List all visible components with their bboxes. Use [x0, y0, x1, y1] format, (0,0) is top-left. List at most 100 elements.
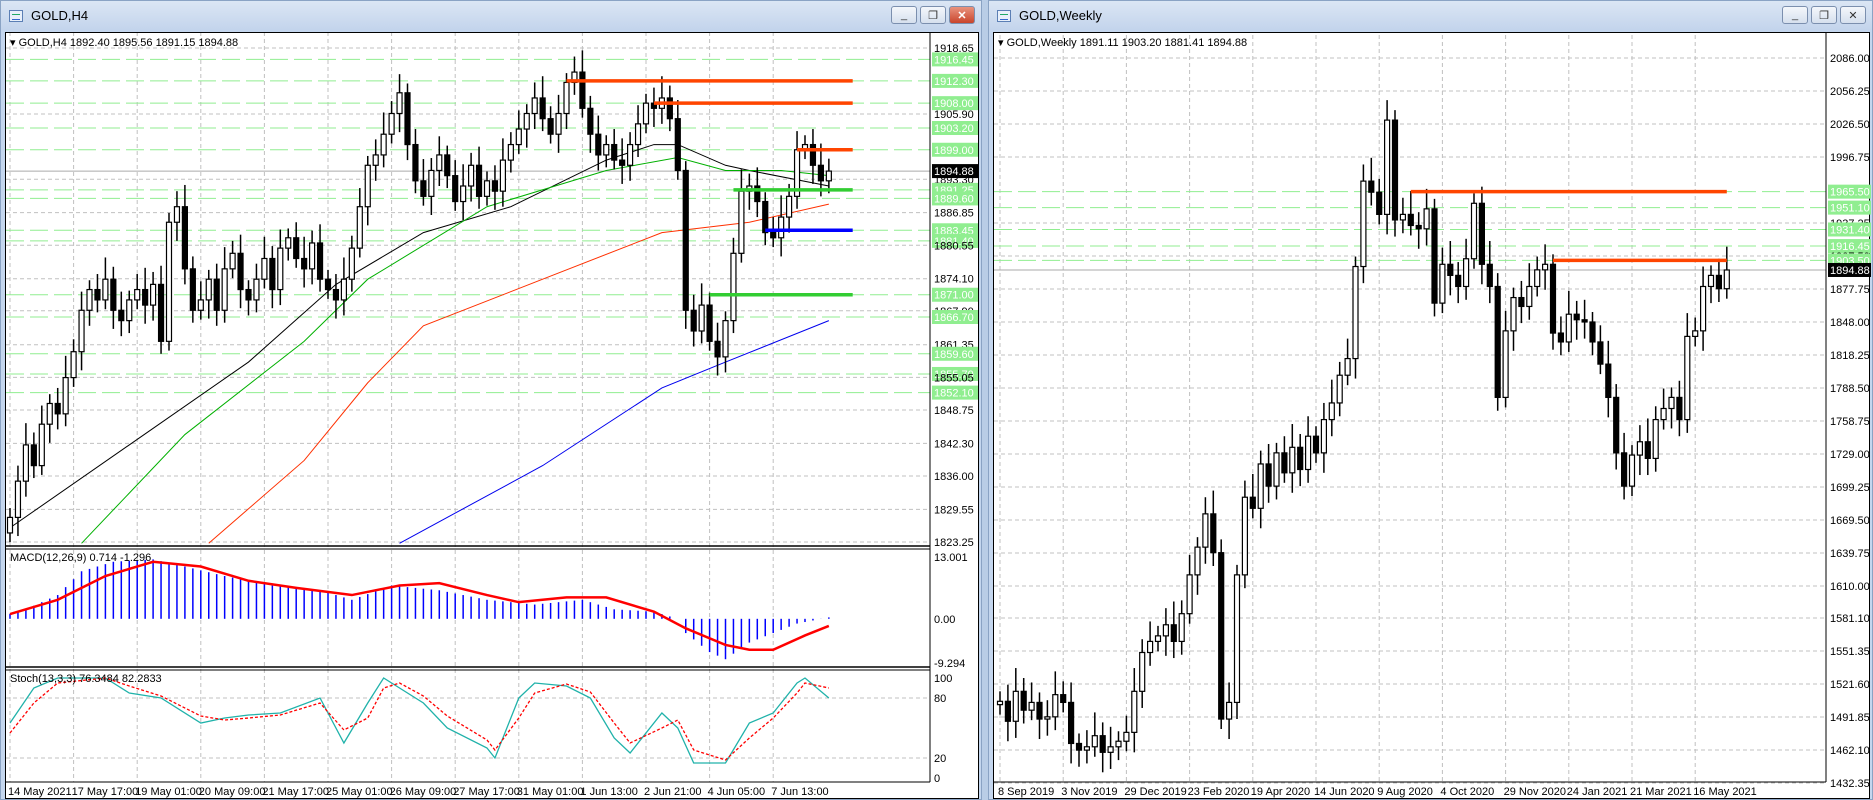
bear-candle: [54, 402, 61, 415]
bull-candle: [1305, 435, 1312, 471]
bear-candle: [1281, 452, 1288, 474]
weekly-chart-canvas[interactable]: 2086.00 2056.25 2026.50 1996.75 1965.50 1951.…: [994, 33, 1871, 800]
price-label: 1610.00: [1830, 581, 1870, 593]
bull-candle: [825, 170, 832, 182]
bear-candle: [666, 97, 673, 120]
bull-candle: [1028, 701, 1035, 711]
bear-candle: [1597, 341, 1604, 365]
price-label: 1848.00: [1830, 317, 1870, 329]
bear-candle: [1557, 332, 1565, 343]
bear-candle: [94, 288, 101, 301]
bull-candle: [523, 112, 530, 130]
bull-candle: [1699, 285, 1707, 332]
bull-candle: [1044, 716, 1051, 720]
bull-candle: [722, 320, 729, 358]
bear-candle: [420, 180, 427, 197]
price-label: 1889.60: [934, 193, 974, 205]
window-title: GOLD,H4: [31, 8, 89, 23]
bear-candle: [1486, 263, 1493, 288]
minimize-button[interactable]: _: [1782, 6, 1808, 24]
price-label: 1905.90: [934, 109, 974, 121]
price-label: 1842.30: [934, 438, 974, 450]
chart-area[interactable]: 2086.00 2056.25 2026.50 1996.75 1965.50 1951.…: [993, 32, 1871, 800]
bear-candle: [706, 304, 713, 342]
title-bar[interactable]: GOLD,Weekly _ ❐ ✕: [989, 1, 1872, 30]
price-label: 1852.10: [934, 388, 974, 400]
time-label: 21 May 17:00: [262, 786, 329, 798]
bull-candle: [1344, 357, 1351, 376]
bear-candle: [1589, 321, 1596, 343]
bull-candle: [285, 237, 292, 249]
bear-candle: [1676, 396, 1683, 421]
bull-candle: [1684, 335, 1691, 421]
price-label: 1886.85: [934, 208, 974, 220]
stoch-signal-line: [9, 677, 829, 761]
bull-candle: [388, 112, 395, 135]
bear-candle: [611, 143, 618, 161]
price-label: 1639.75: [1830, 548, 1870, 560]
chart-area[interactable]: 1918.65 1916.45 1912.30 1908.00 1905.90 1903.…: [5, 32, 979, 799]
price-label: 1551.35: [1830, 646, 1870, 658]
bull-candle: [70, 351, 77, 379]
bull-candle: [1636, 441, 1644, 456]
bull-candle: [436, 154, 443, 172]
bull-candle: [507, 143, 514, 161]
macd-axis-label: 13.001: [934, 552, 968, 564]
bull-candle: [1233, 574, 1241, 704]
bear-candle: [539, 97, 546, 120]
gold-h4-window[interactable]: GOLD,H4 _ ❐ ✕ 1918.65 1916.45 1912.30 1908.…: [0, 0, 982, 800]
time-label: 17 May 17:00: [72, 786, 139, 798]
bull-candle: [22, 444, 29, 482]
bear-candle: [293, 237, 300, 260]
restore-button[interactable]: ❐: [1811, 6, 1837, 24]
time-label: 26 May 09:00: [390, 786, 457, 798]
bull-candle: [1123, 731, 1130, 742]
time-label: 25 May 01:00: [326, 786, 393, 798]
price-label: 1581.10: [1830, 613, 1870, 625]
bull-candle: [165, 221, 173, 342]
window-title: GOLD,Weekly: [1019, 8, 1102, 23]
bear-candle: [404, 92, 411, 146]
bear-candle: [1620, 452, 1628, 487]
bull-candle: [221, 268, 228, 311]
bull-candle: [205, 278, 212, 301]
bull-candle: [634, 123, 642, 146]
bear-candle: [412, 143, 419, 182]
bull-candle: [1534, 269, 1541, 288]
bull-candle: [1352, 265, 1359, 360]
price-label: 1871.00: [934, 290, 974, 302]
bull-candle: [1107, 746, 1114, 753]
bull-candle: [46, 402, 53, 425]
bull-candle: [1289, 446, 1296, 474]
bull-candle: [563, 81, 570, 115]
bear-candle: [1004, 700, 1011, 722]
minimize-button[interactable]: _: [891, 6, 917, 24]
restore-button[interactable]: ❐: [920, 6, 946, 24]
bull-candle: [1186, 574, 1193, 615]
gold-weekly-window[interactable]: GOLD,Weekly _ ❐ ✕ 2086.00 2056.25 2026.50 1…: [988, 0, 1873, 800]
title-bar[interactable]: GOLD,H4 _ ❐ ✕: [1, 1, 981, 30]
bear-candle: [1020, 690, 1027, 711]
bull-candle: [1115, 740, 1122, 748]
bull-candle: [1668, 396, 1675, 410]
bull-candle: [1510, 296, 1517, 332]
bull-candle: [372, 154, 379, 166]
bull-candle: [499, 159, 506, 192]
price-label: 1996.75: [1830, 152, 1870, 164]
price-label: 1880.55: [934, 240, 974, 252]
close-button[interactable]: ✕: [949, 6, 975, 24]
chart-window-icon: [997, 9, 1011, 22]
bull-candle: [1052, 694, 1059, 718]
price-label: 1823.25: [934, 537, 974, 549]
bull-candle: [1178, 613, 1185, 643]
time-label: 7 Jun 13:00: [771, 786, 829, 798]
bear-candle: [1312, 435, 1320, 454]
bear-candle: [316, 242, 324, 280]
bull-candle: [1226, 701, 1233, 720]
close-button[interactable]: ✕: [1840, 6, 1866, 24]
bear-candle: [1265, 463, 1272, 487]
chart-window-icon: [9, 9, 23, 22]
bull-candle: [1162, 624, 1169, 637]
bull-candle: [730, 252, 737, 322]
bear-candle: [1376, 191, 1383, 215]
